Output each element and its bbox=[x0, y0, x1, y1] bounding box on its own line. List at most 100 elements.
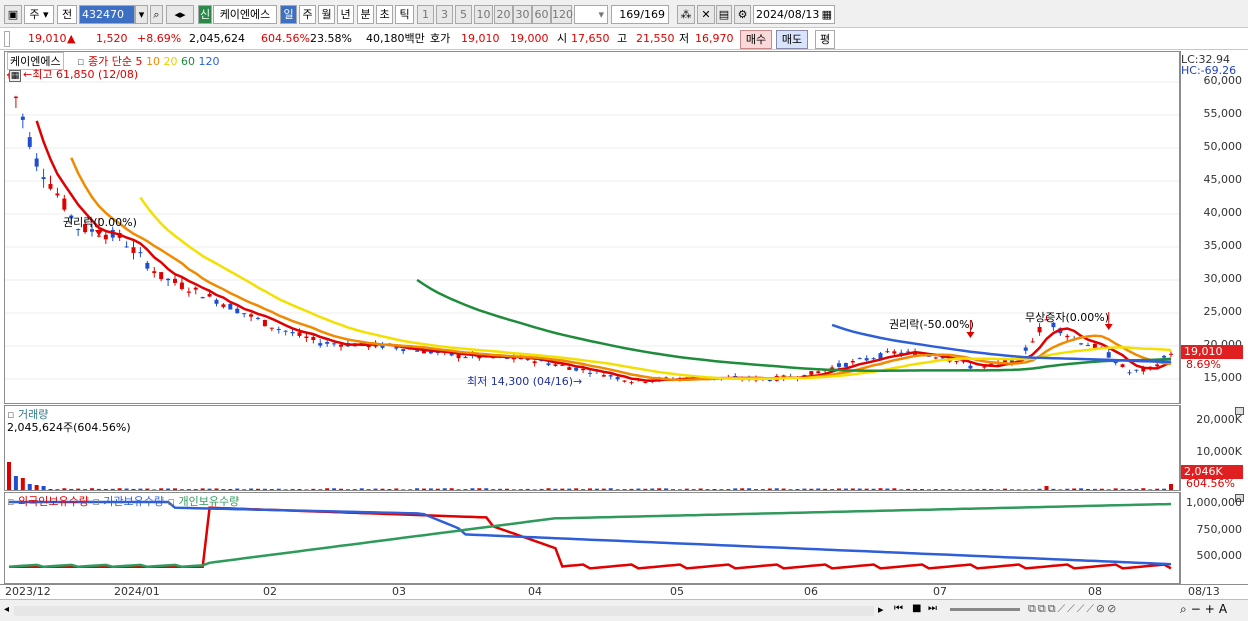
volume-bar bbox=[760, 489, 765, 490]
window-menu-icon[interactable]: ▣ bbox=[4, 5, 22, 24]
volume-bar bbox=[719, 489, 724, 490]
candle-body bbox=[871, 358, 876, 360]
volume-bar bbox=[242, 489, 247, 490]
stock-code-input[interactable]: 432470 bbox=[79, 5, 135, 24]
stop-icon[interactable]: ■ bbox=[912, 603, 921, 614]
last-page-icon[interactable]: ⏭ bbox=[928, 603, 937, 614]
volume-bar bbox=[996, 489, 1001, 490]
volume-chart-canvas[interactable] bbox=[5, 406, 1179, 490]
search-icon[interactable]: ⌕ bbox=[150, 5, 163, 24]
interval-select[interactable]: ▾ bbox=[574, 5, 608, 24]
interval-30[interactable]: 30 bbox=[513, 5, 532, 24]
candle-body bbox=[152, 271, 157, 274]
volume-bar bbox=[352, 489, 357, 490]
candle-body bbox=[1155, 364, 1160, 367]
volume-bar bbox=[830, 489, 835, 490]
volume-bar bbox=[124, 488, 129, 490]
period-weekly[interactable]: 주 bbox=[299, 5, 316, 24]
up-arrow-icon: ▲ bbox=[67, 32, 76, 45]
volume-bar bbox=[200, 488, 205, 490]
scroll-right-icon[interactable]: ▸ bbox=[878, 603, 884, 616]
scroll-track[interactable] bbox=[14, 606, 874, 616]
candle-body bbox=[553, 364, 558, 366]
gear-icon[interactable]: ⚙ bbox=[734, 5, 751, 24]
average-button[interactable]: 평 bbox=[815, 30, 835, 49]
search-mode-select[interactable]: 전 bbox=[57, 5, 77, 24]
sell-button[interactable]: 매도 bbox=[776, 30, 808, 49]
volume-bar bbox=[297, 489, 302, 490]
candle-body bbox=[574, 367, 579, 371]
volume-bar bbox=[283, 489, 288, 490]
hold-ytick-1: 750,000 bbox=[1196, 523, 1243, 536]
candle-body bbox=[546, 363, 551, 366]
ma-line bbox=[831, 323, 1172, 364]
period-second[interactable]: 초 bbox=[376, 5, 393, 24]
volume-bar bbox=[712, 489, 717, 490]
save-icon[interactable]: ▤ bbox=[716, 5, 732, 24]
date-value: 2024/08/13 bbox=[756, 8, 820, 21]
candle-body bbox=[463, 357, 468, 359]
volume-bar bbox=[677, 489, 682, 490]
stock-name-field[interactable]: 케이엔에스 bbox=[213, 5, 277, 24]
candle-body bbox=[311, 336, 316, 341]
chart-settings-icon[interactable]: ▦ bbox=[9, 70, 21, 82]
candle-body bbox=[1030, 341, 1035, 343]
candle-body bbox=[837, 363, 841, 367]
volume-bar bbox=[615, 489, 620, 490]
ma20-label: 20 bbox=[163, 55, 178, 68]
volume-bar bbox=[518, 489, 523, 490]
volume-bar bbox=[449, 488, 454, 490]
calendar-icon[interactable]: ▦ bbox=[822, 6, 832, 23]
x-label-6: 06 bbox=[804, 585, 818, 598]
zoom-slider[interactable] bbox=[950, 608, 1020, 611]
period-yearly[interactable]: 년 bbox=[337, 5, 354, 24]
volume-bar bbox=[138, 488, 143, 490]
candle-body bbox=[207, 293, 212, 297]
candle-body bbox=[249, 314, 254, 317]
crosshair-icon[interactable]: ✕ bbox=[697, 5, 715, 24]
volume-bar bbox=[982, 488, 987, 490]
interval-5[interactable]: 5 bbox=[455, 5, 472, 24]
price-chart-panel[interactable]: 케이엔에스 ▫ 종가 단순 5 10 20 60 120 ▦ ←최고 61,85… bbox=[4, 51, 1180, 404]
drawing-tools-icon[interactable]: ⧉⧉⧉⟋⟋⟋⟋⊘⊘ bbox=[1028, 602, 1118, 616]
volume-bar bbox=[1148, 489, 1153, 490]
quote-marker bbox=[4, 31, 10, 47]
period-daily[interactable]: 일 bbox=[280, 5, 297, 24]
volume-bar bbox=[276, 488, 281, 490]
interval-60[interactable]: 60 bbox=[532, 5, 551, 24]
candle-body bbox=[48, 184, 53, 189]
candle-body bbox=[1037, 326, 1042, 333]
low-label: 저 bbox=[679, 32, 690, 45]
first-page-icon[interactable]: ⏮ bbox=[894, 603, 903, 614]
volume-bar bbox=[311, 488, 316, 490]
interval-20[interactable]: 20 bbox=[494, 5, 513, 24]
candle-body bbox=[262, 319, 267, 327]
volume-panel[interactable]: ▫ 거래량 2,045,624주(604.56%) bbox=[4, 405, 1180, 491]
period-tick[interactable]: 틱 bbox=[395, 5, 414, 24]
scroll-left-icon[interactable]: ◂ bbox=[4, 604, 9, 615]
candle-body bbox=[27, 137, 32, 147]
speaker-icon[interactable]: ◂▸ bbox=[166, 5, 194, 24]
period-monthly[interactable]: 월 bbox=[318, 5, 335, 24]
period-minute[interactable]: 분 bbox=[357, 5, 374, 24]
grid-toggle-icon[interactable]: ⁂ bbox=[677, 5, 695, 24]
volume-bar bbox=[152, 489, 157, 490]
buy-button[interactable]: 매수 bbox=[740, 30, 772, 49]
zoom-controls-icon[interactable]: ⌕−+A bbox=[1180, 602, 1231, 617]
interval-1[interactable]: 1 bbox=[417, 5, 434, 24]
volume-bar bbox=[567, 488, 572, 490]
date-field[interactable]: 2024/08/13 ▦ bbox=[753, 5, 835, 24]
candle-body bbox=[276, 329, 281, 331]
interval-10[interactable]: 10 bbox=[474, 5, 493, 24]
volume-bar bbox=[470, 488, 475, 490]
interval-3[interactable]: 3 bbox=[436, 5, 453, 24]
interval-120[interactable]: 120 bbox=[551, 5, 573, 24]
volume-bar bbox=[304, 489, 309, 490]
code-dropdown-icon[interactable]: ▾ bbox=[135, 5, 148, 24]
candle-body bbox=[567, 367, 572, 370]
candle-body bbox=[62, 198, 67, 210]
market-select[interactable]: 주 ▾ bbox=[24, 5, 54, 24]
data-count-field[interactable]: 169/169 bbox=[611, 5, 669, 24]
holdings-panel[interactable]: ▫ 외국인보유수량 ▫ 기관보유수량 ▫ 개인보유수량 bbox=[4, 492, 1180, 584]
price-chart-canvas[interactable] bbox=[5, 52, 1179, 403]
